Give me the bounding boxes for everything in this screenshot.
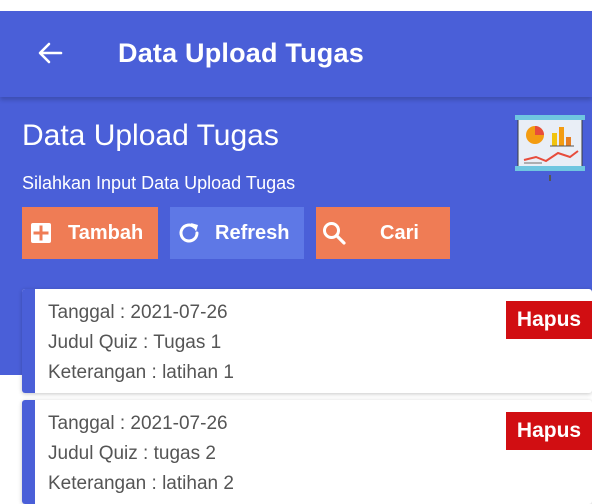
- chart-presentation-icon: [515, 115, 585, 181]
- record-date: Tanggal : 2021-07-26: [48, 302, 228, 323]
- record-title: Judul Quiz : tugas 2: [48, 443, 216, 464]
- refresh-icon: [175, 219, 203, 247]
- delete-button[interactable]: Hapus: [506, 412, 592, 450]
- list-item[interactable]: Tanggal : 2021-07-26 Judul Quiz : tugas …: [22, 400, 592, 504]
- search-icon: [320, 219, 348, 247]
- refresh-button[interactable]: Refresh: [170, 207, 304, 259]
- add-button[interactable]: Tambah: [22, 207, 158, 259]
- delete-button[interactable]: Hapus: [506, 301, 592, 339]
- page-title: Data Upload Tugas: [22, 119, 279, 152]
- record-title: Judul Quiz : Tugas 1: [48, 332, 222, 353]
- card-accent-stripe: [22, 289, 35, 393]
- list-item[interactable]: Tanggal : 2021-07-26 Judul Quiz : Tugas …: [22, 289, 592, 393]
- search-button-label: Cari: [380, 221, 419, 244]
- back-button[interactable]: [32, 35, 68, 71]
- add-button-label: Tambah: [68, 221, 144, 244]
- record-date: Tanggal : 2021-07-26: [48, 413, 228, 434]
- arrow-left-icon: [38, 42, 63, 64]
- refresh-button-label: Refresh: [215, 221, 290, 244]
- card-accent-stripe: [22, 400, 35, 504]
- record-note: Keterangan : latihan 2: [48, 473, 234, 494]
- record-note: Keterangan : latihan 1: [48, 362, 234, 383]
- app-bar: Data Upload Tugas: [0, 11, 592, 97]
- status-bar: [0, 0, 592, 11]
- app-bar-title: Data Upload Tugas: [118, 38, 364, 68]
- page-subtitle: Silahkan Input Data Upload Tugas: [22, 173, 296, 193]
- search-button[interactable]: Cari: [316, 207, 450, 259]
- plus-box-icon: [29, 221, 53, 245]
